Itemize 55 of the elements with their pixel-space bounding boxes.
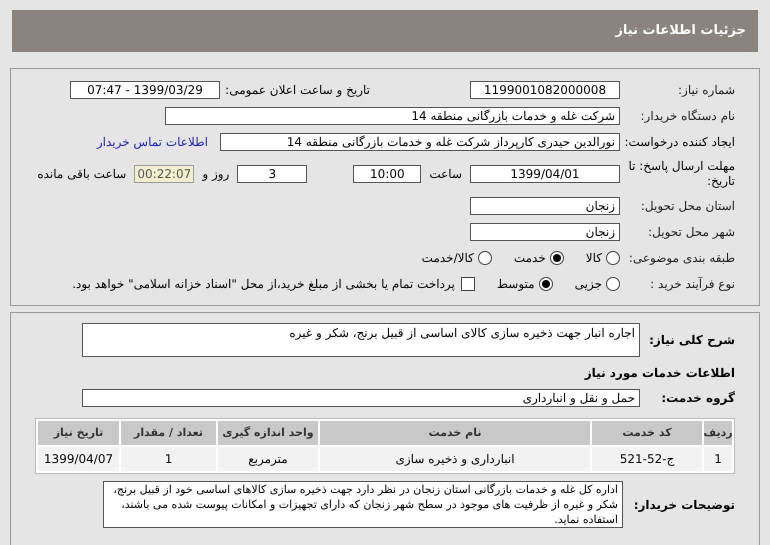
text-field[interactable]: 3 bbox=[237, 165, 308, 183]
notes-field: اداره کل غله و خدمات بازرگانی استان زنجان در نظر دارد جهت ذخیره سازی کالاهای اساسی خود از قبیل برنج، شکر و غیره از ظرفیت های موجود در سطح شهر زنجان که دارای تجهیزات و امکانات پیوست شده می باشند، استفاده نماید. bbox=[103, 481, 623, 528]
text-field[interactable]: زنجان bbox=[470, 223, 620, 241]
column-header: ردیف bbox=[704, 421, 732, 445]
table-cell: 1399/04/07 bbox=[38, 447, 119, 471]
radio-label: کالا bbox=[586, 250, 602, 267]
radio-label: کالا/خدمت bbox=[422, 250, 474, 267]
radio-button[interactable] bbox=[550, 251, 564, 265]
field-label: مهلت ارسال پاسخ: تا تاریخ: bbox=[628, 159, 735, 189]
column-header: کد خدمت bbox=[592, 421, 702, 445]
column-header: واحد اندازه گیری bbox=[218, 421, 318, 445]
radio-label: خدمت bbox=[514, 250, 546, 267]
column-header: تاریخ نیاز bbox=[38, 421, 119, 445]
checkbox-label: پرداخت تمام یا بخشی از مبلغ خرید،از محل "اسناد خزانه اسلامی" خواهد بود. bbox=[72, 276, 455, 293]
radio-button[interactable] bbox=[478, 251, 492, 265]
field-label: توضیحات خریدار: bbox=[632, 496, 735, 514]
page-title: جزئیات اطلاعات نیاز bbox=[615, 22, 746, 40]
field-label: شهر محل تحویل: bbox=[647, 224, 735, 241]
countdown-field: 00:22:07 bbox=[134, 165, 194, 183]
radio-button[interactable] bbox=[606, 251, 620, 265]
field-label: ساعت bbox=[429, 166, 462, 183]
column-header: نام خدمت bbox=[320, 421, 590, 445]
text-field[interactable]: 1399/03/29 - 07:47 bbox=[70, 81, 220, 99]
table-cell: 1 bbox=[121, 447, 216, 471]
field-label: نوع فرآیند خرید : bbox=[649, 276, 735, 293]
field-label: شرح کلی نیاز: bbox=[648, 332, 735, 349]
field-label: نام دستگاه خریدار: bbox=[640, 108, 735, 125]
checkbox[interactable] bbox=[460, 277, 475, 291]
text-field[interactable]: زنجان bbox=[470, 197, 620, 215]
section-title: اطلاعات خدمات مورد نیاز bbox=[583, 365, 735, 382]
text-field[interactable]: شرکت غله و خدمات بازرگانی منطقه 14 bbox=[165, 107, 620, 125]
text-field[interactable]: 1199001082000008 bbox=[470, 81, 620, 99]
text-field[interactable]: 1399/04/01 bbox=[470, 165, 620, 183]
table-cell: مترمربع bbox=[218, 447, 318, 471]
text-field[interactable]: 10:00 bbox=[353, 165, 422, 183]
table-cell: انبارداری و ذخیره سازی bbox=[320, 447, 590, 471]
field-label: شماره نیاز: bbox=[677, 82, 735, 99]
radio-button[interactable] bbox=[606, 277, 620, 291]
table-cell: ج-52-521 bbox=[592, 447, 702, 471]
radio-label: متوسط bbox=[496, 276, 535, 293]
table-cell: 1 bbox=[704, 447, 732, 471]
text-field[interactable]: حمل و نقل و انبارداری bbox=[82, 389, 640, 407]
radio-button[interactable] bbox=[538, 277, 553, 291]
field-label: روز و bbox=[202, 166, 230, 183]
field-label: ایجاد کننده درخواست: bbox=[623, 134, 735, 150]
column-header: تعداد / مقدار bbox=[121, 421, 216, 445]
description-field: اجاره انبار جهت ذخیره سازی کالای اساسی از قبیل برنج، شکر و غیره bbox=[82, 323, 640, 357]
text-field[interactable]: نورالدین حیدری کارپرداز شرکت غله و خدمات بازرگانی منطقه 14 bbox=[220, 133, 620, 151]
field-label: تاریخ و ساعت اعلان عمومی: bbox=[224, 82, 370, 99]
radio-label: جزیی bbox=[574, 276, 602, 293]
field-label: استان محل تحویل: bbox=[640, 198, 735, 215]
field-label: گروه خدمت: bbox=[660, 390, 735, 407]
field-label: ساعت باقی مانده bbox=[37, 166, 126, 183]
contact-link[interactable]: اطلاعات تماس خریدار bbox=[96, 133, 208, 151]
field-label: طبقه بندی موضوعی: bbox=[628, 250, 735, 267]
